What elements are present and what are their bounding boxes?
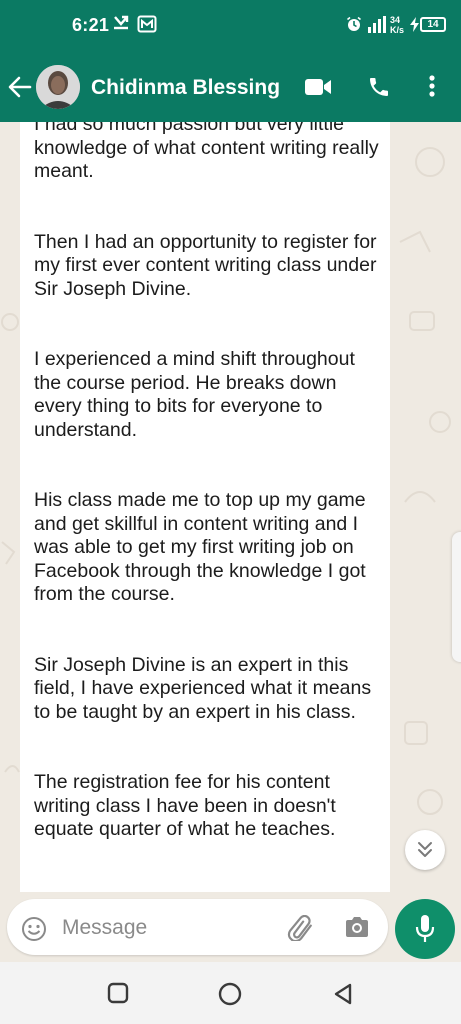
chat-header: Chidinma Blessing: [0, 52, 461, 122]
message-bubble[interactable]: I had so much passion but very little kn…: [20, 122, 390, 892]
emoji-icon[interactable]: [21, 916, 47, 947]
double-chevron-down-icon: [416, 840, 434, 865]
back-arrow-icon[interactable]: [8, 76, 32, 103]
avatar[interactable]: [36, 65, 80, 109]
message-paragraph: Sir Joseph Divine is an expert in this f…: [34, 653, 372, 723]
message-placeholder: Message: [62, 916, 148, 939]
message-composer: Message: [0, 894, 461, 962]
voice-message-button[interactable]: [395, 899, 455, 959]
edge-panel-handle[interactable]: [452, 532, 461, 662]
gmail-icon: [137, 15, 157, 38]
missed-call-icon: [113, 15, 129, 36]
system-navigation-bar: [0, 962, 461, 1024]
chat-area[interactable]: I had so much passion but very little kn…: [0, 122, 461, 894]
battery-level: 14: [420, 17, 446, 32]
network-speed-value: 34: [390, 15, 401, 25]
message-paragraph: Then I had an opportunity to register fo…: [34, 230, 377, 300]
message-paragraph: The registration fee for his content wri…: [34, 771, 336, 840]
message-text: I had so much passion but very little kn…: [34, 122, 384, 889]
signal-icon: [366, 16, 386, 38]
more-vert-icon[interactable]: [426, 74, 438, 103]
phone-icon[interactable]: [367, 75, 391, 104]
message-input[interactable]: Message: [7, 899, 388, 955]
top-bar: 6:21 34 K/s 14 Chidinma Blessing: [0, 0, 461, 122]
charging-icon: [410, 17, 419, 37]
camera-icon[interactable]: [344, 916, 370, 943]
contact-name[interactable]: Chidinma Blessing: [91, 76, 280, 100]
message-paragraph: His class made me to top up my game and …: [34, 489, 366, 605]
alarm-icon: [346, 16, 362, 37]
network-speed-unit: K/s: [390, 25, 405, 35]
mic-icon: [415, 914, 435, 949]
home-icon[interactable]: [218, 982, 242, 1011]
recent-apps-icon[interactable]: [107, 982, 129, 1009]
status-time: 6:21: [72, 15, 110, 35]
message-paragraph: I had so much passion but very little kn…: [34, 122, 379, 182]
video-call-icon[interactable]: [304, 77, 332, 102]
message-paragraph: I experienced a mind shift throughout th…: [34, 348, 355, 441]
scroll-to-bottom-button[interactable]: [405, 830, 445, 870]
back-icon[interactable]: [332, 982, 354, 1011]
status-bar: 6:21 34 K/s 14: [0, 0, 461, 52]
attach-icon[interactable]: [287, 914, 315, 946]
